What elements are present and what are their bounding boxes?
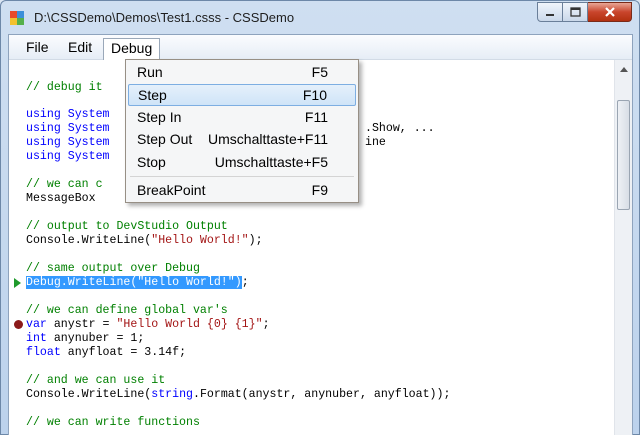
- menu-item-stop[interactable]: Stop Umschalttaste+F5: [128, 152, 356, 174]
- menu-file[interactable]: File: [19, 38, 56, 58]
- code-line: using System: [26, 136, 110, 149]
- code-line: ine: [365, 136, 386, 149]
- maximize-button[interactable]: [563, 2, 588, 22]
- arrow-up-icon: [619, 67, 628, 72]
- minimize-icon: [546, 14, 554, 16]
- code-token: int: [26, 332, 47, 345]
- menu-item-label: Stop: [137, 154, 166, 170]
- close-icon: [604, 7, 615, 17]
- vertical-scrollbar[interactable]: [614, 60, 632, 435]
- code-token: .Format(anystr, anynuber, anyfloat));: [192, 388, 451, 401]
- current-line-arrow-icon: [14, 278, 21, 288]
- code-line: Console.WriteLine("Hello World!");: [26, 234, 263, 248]
- code-token: anystr =: [46, 318, 117, 331]
- code-line: using System: [26, 108, 110, 121]
- code-token: ;: [262, 318, 270, 331]
- code-token: "Hello World {0} {1}": [116, 318, 263, 331]
- code-line: // we can define global var's: [26, 304, 228, 317]
- code-line: // we can write functions: [26, 416, 200, 429]
- title-bar[interactable]: D:\CSSDemo\Demos\Test1.csss - CSSDemo: [1, 1, 639, 33]
- menu-item-breakpoint[interactable]: BreakPoint F9: [128, 180, 356, 202]
- code-line: .Show, ...: [365, 122, 435, 135]
- menu-item-step-in[interactable]: Step In F11: [128, 107, 356, 129]
- code-line: MessageBox: [26, 192, 96, 205]
- window-title: D:\CSSDemo\Demos\Test1.csss - CSSDemo: [34, 10, 295, 25]
- menu-item-shortcut: F5: [311, 64, 328, 80]
- menu-item-shortcut: F11: [304, 109, 328, 125]
- menu-item-label: Step: [138, 87, 167, 103]
- code-line: Console.WriteLine(string.Format(anystr, …: [26, 388, 450, 402]
- code-token: );: [248, 234, 263, 247]
- code-token: Console.WriteLine(: [26, 234, 152, 247]
- code-token: ;: [241, 276, 249, 289]
- code-token: var: [26, 318, 47, 331]
- menu-item-step-out[interactable]: Step Out Umschalttaste+F11: [128, 129, 356, 151]
- minimize-button[interactable]: [537, 2, 563, 22]
- menu-bar: File Edit Debug: [9, 35, 632, 61]
- code-line: // and we can use it: [26, 374, 166, 387]
- code-line: int anynuber = 1;: [26, 332, 144, 346]
- app-icon: [10, 11, 24, 25]
- scrollbar-thumb[interactable]: [617, 100, 630, 210]
- menu-item-step[interactable]: Step F10: [128, 84, 356, 106]
- menu-item-label: Run: [137, 64, 163, 80]
- code-line-current: Debug.WriteLine("Hello World!");: [26, 276, 249, 290]
- app-window: D:\CSSDemo\Demos\Test1.csss - CSSDemo Fi…: [0, 0, 640, 435]
- code-line: // debug it: [26, 81, 103, 94]
- maximize-icon: [569, 7, 581, 17]
- breakpoint-icon[interactable]: [14, 320, 23, 329]
- scroll-up-button[interactable]: [615, 61, 632, 78]
- code-line: using System: [26, 150, 110, 163]
- menu-item-shortcut: Umschalttaste+F5: [214, 154, 328, 170]
- code-line: float anyfloat = 3.14f;: [26, 346, 186, 360]
- menu-item-label: Step In: [137, 109, 182, 125]
- menu-item-shortcut: F10: [302, 87, 327, 103]
- menu-item-label: BreakPoint: [137, 182, 206, 198]
- code-line: using System: [26, 122, 110, 135]
- code-line: // output to DevStudio Output: [26, 220, 228, 233]
- code-token: Console.WriteLine(: [26, 388, 152, 401]
- close-button[interactable]: [588, 2, 632, 22]
- code-token: anyfloat = 3.14f;: [60, 346, 187, 359]
- code-token: float: [26, 346, 61, 359]
- window-controls: [537, 2, 632, 23]
- code-line: // we can c: [26, 178, 103, 191]
- menu-item-run[interactable]: Run F5: [128, 62, 356, 84]
- code-token: string: [151, 388, 193, 401]
- code-token: anynuber = 1;: [46, 332, 145, 345]
- code-token: "Hello World!": [151, 234, 249, 247]
- code-line: var anystr = "Hello World {0} {1}";: [26, 318, 270, 332]
- menu-separator: [130, 176, 354, 177]
- menu-item-shortcut: Umschalttaste+F11: [208, 131, 328, 147]
- menu-item-shortcut: F9: [311, 182, 328, 198]
- selected-code: Debug.WriteLine("Hello World!"): [26, 276, 242, 289]
- debug-dropdown-menu: Run F5 Step F10 Step In F11 Step Out Ums…: [125, 59, 359, 203]
- menu-item-label: Step Out: [137, 131, 193, 147]
- code-line: // same output over Debug: [26, 262, 200, 275]
- menu-edit[interactable]: Edit: [61, 38, 99, 58]
- menu-debug[interactable]: Debug: [103, 38, 161, 61]
